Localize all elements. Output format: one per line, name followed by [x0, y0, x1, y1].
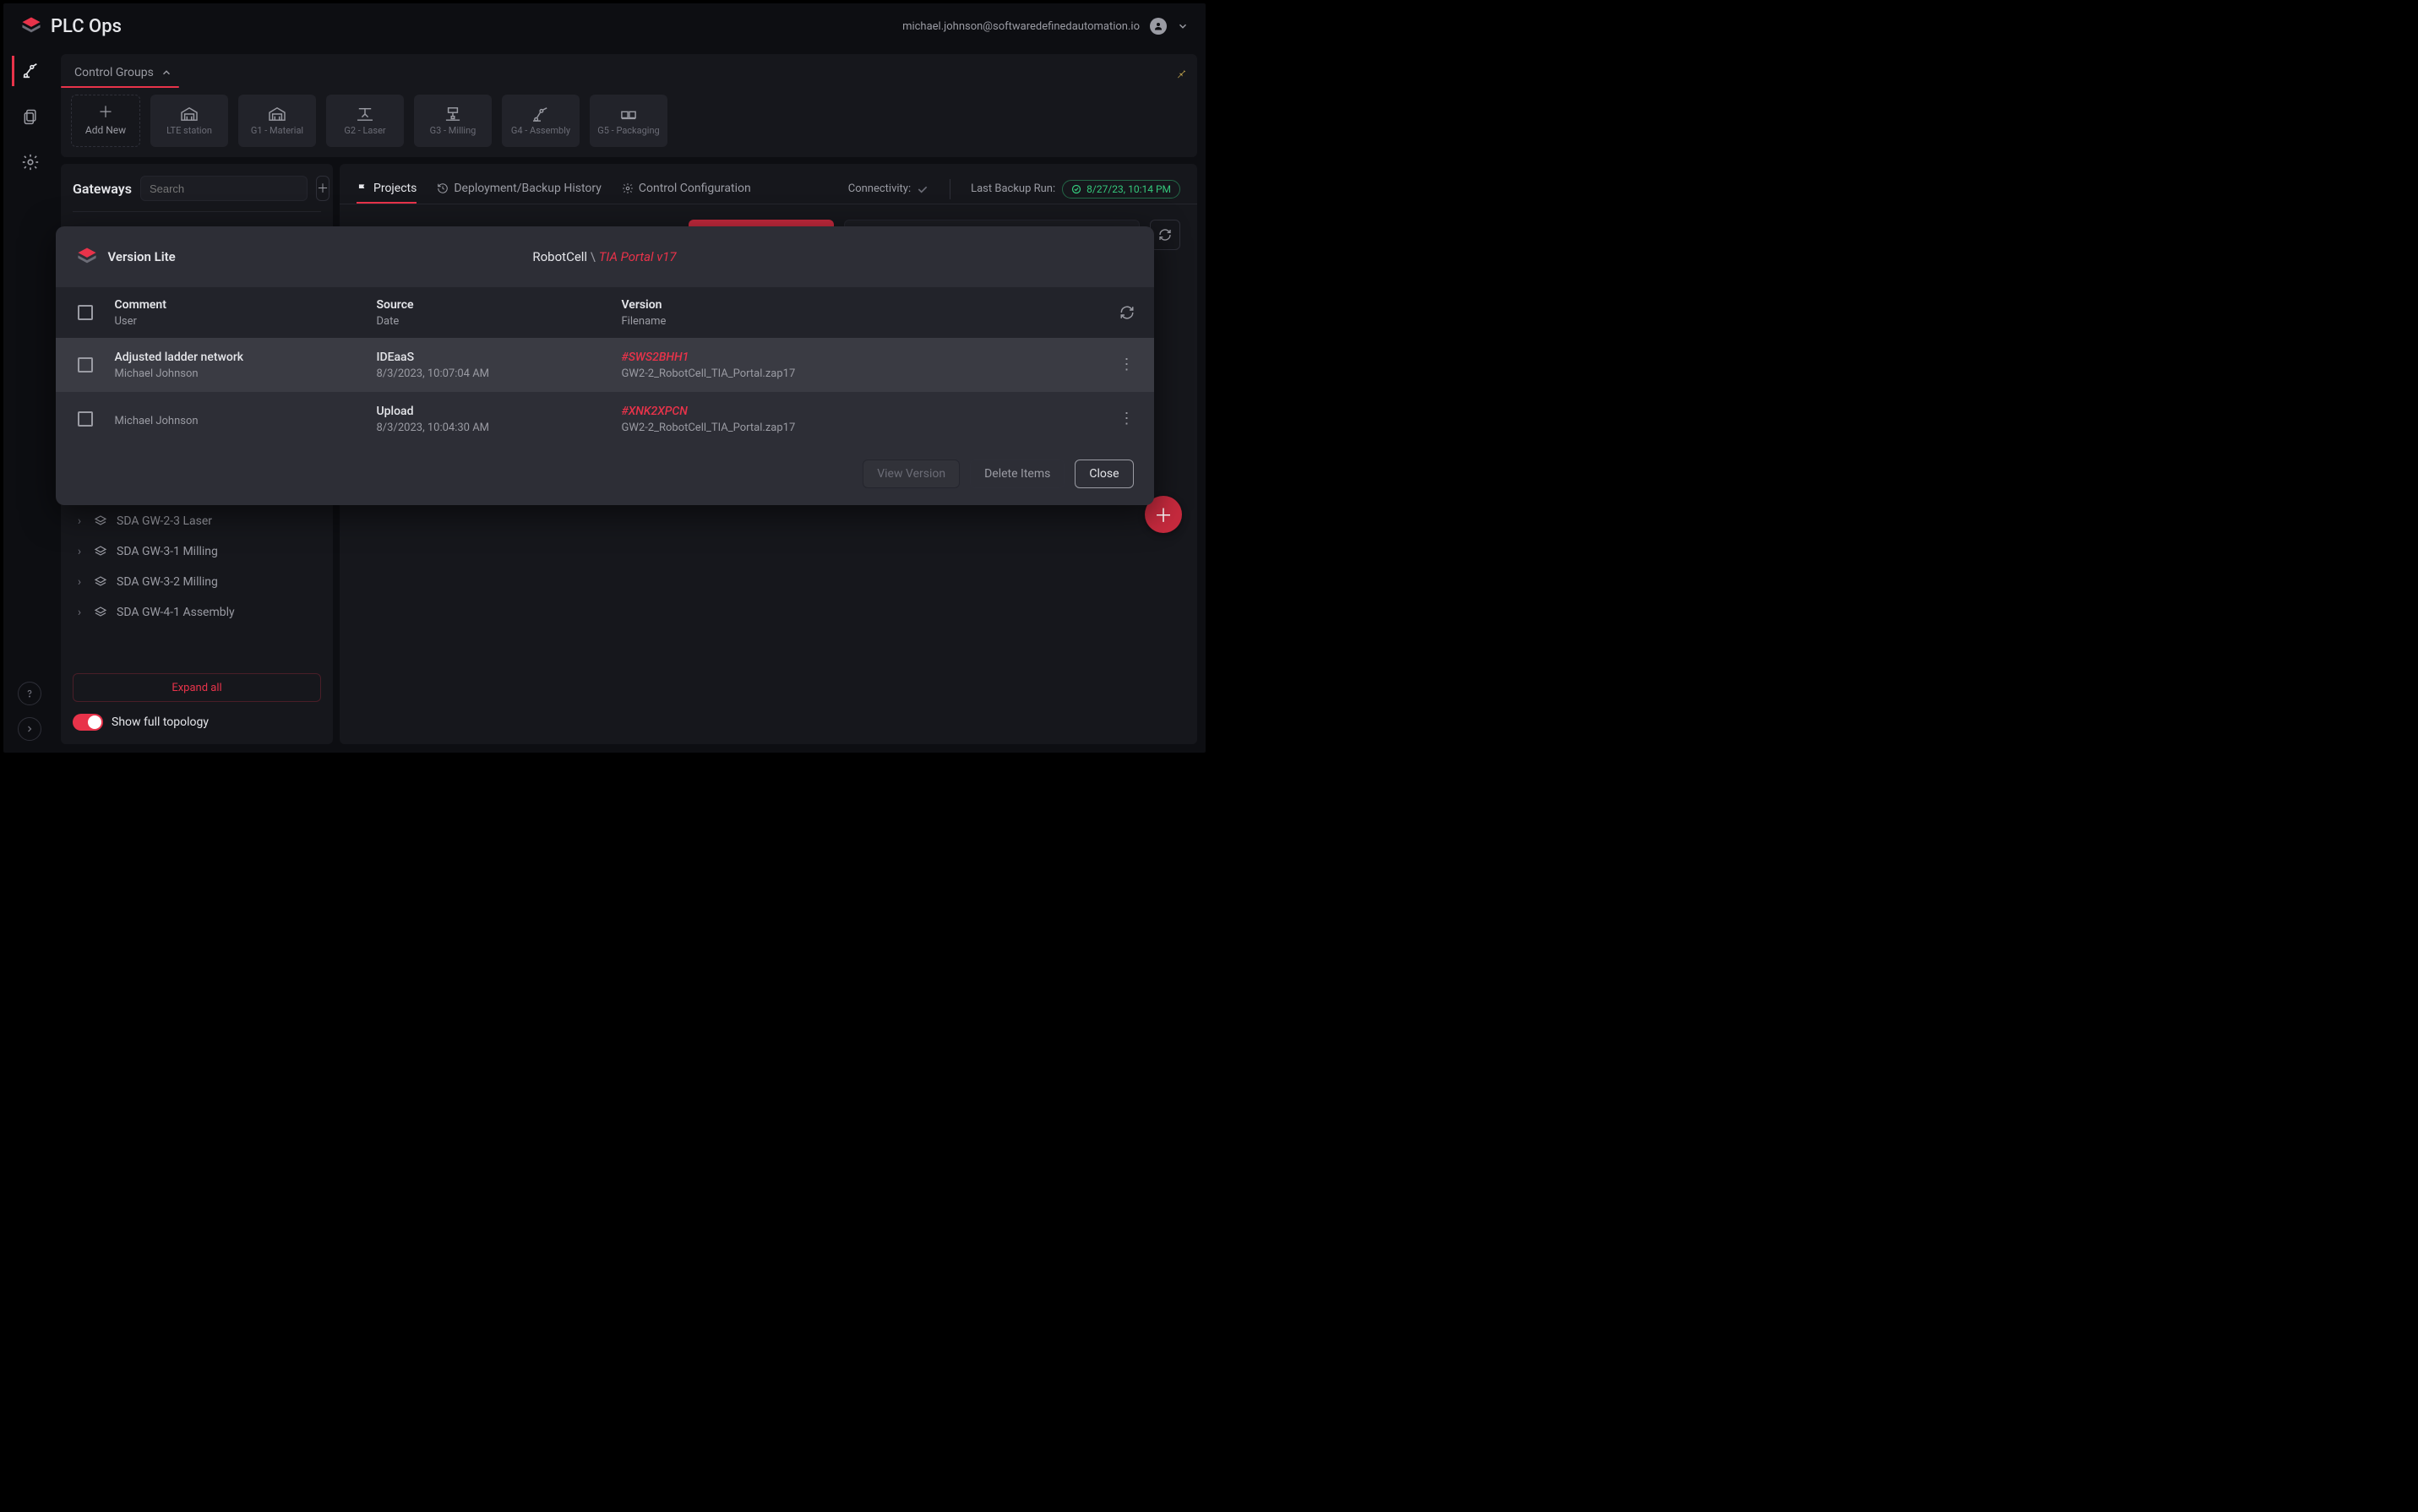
close-modal-button[interactable]: Close — [1075, 460, 1133, 488]
version-row[interactable]: Michael Johnson Upload 8/3/2023, 10:04:3… — [56, 392, 1154, 446]
col-comment-header: Comment — [115, 298, 360, 312]
select-all-checkbox[interactable] — [78, 305, 93, 320]
col-date-header: Date — [377, 315, 605, 328]
view-version-button[interactable]: View Version — [863, 460, 960, 488]
modal-title: Version Lite — [108, 249, 176, 264]
col-source-header: Source — [377, 298, 605, 312]
version-hash: #SWS2BHH1 — [622, 351, 1093, 364]
row-checkbox[interactable] — [78, 357, 93, 373]
row-more-button[interactable]: ⋮ — [1110, 357, 1144, 373]
app-logo-icon — [76, 246, 98, 268]
version-row[interactable]: Adjusted ladder network Michael Johnson … — [56, 338, 1154, 392]
row-checkbox[interactable] — [78, 411, 93, 427]
version-source: IDEaaS — [377, 351, 605, 364]
version-user: Michael Johnson — [115, 415, 360, 427]
version-filename: GW2-2_RobotCell_TIA_Portal.zap17 — [622, 422, 1093, 434]
version-filename: GW2-2_RobotCell_TIA_Portal.zap17 — [622, 367, 1093, 380]
col-user-header: User — [115, 315, 360, 328]
modal-header: Version Lite RobotCell \ TIA Portal v17 — [56, 226, 1154, 287]
more-vertical-icon: ⋮ — [1119, 411, 1135, 427]
version-hash: #XNK2XPCN — [622, 405, 1093, 418]
version-date: 8/3/2023, 10:07:04 AM — [377, 367, 605, 380]
version-comment: Adjusted ladder network — [115, 351, 360, 364]
version-lite-modal: Version Lite RobotCell \ TIA Portal v17 … — [56, 226, 1154, 505]
modal-table-header: Comment User Source Date Version Filenam… — [56, 287, 1154, 338]
refresh-icon — [1119, 305, 1135, 320]
col-version-header: Version — [622, 298, 1093, 312]
delete-items-button[interactable]: Delete Items — [970, 460, 1065, 488]
row-more-button[interactable]: ⋮ — [1110, 411, 1144, 427]
version-source: Upload — [377, 405, 605, 418]
col-filename-header: Filename — [622, 315, 1093, 328]
more-vertical-icon: ⋮ — [1119, 357, 1135, 373]
modal-breadcrumb: RobotCell \ TIA Portal v17 — [532, 249, 676, 264]
version-date: 8/3/2023, 10:04:30 AM — [377, 422, 605, 434]
refresh-versions-button[interactable] — [1110, 305, 1144, 320]
modal-backdrop: Version Lite RobotCell \ TIA Portal v17 … — [3, 3, 1206, 753]
version-user: Michael Johnson — [115, 367, 360, 380]
